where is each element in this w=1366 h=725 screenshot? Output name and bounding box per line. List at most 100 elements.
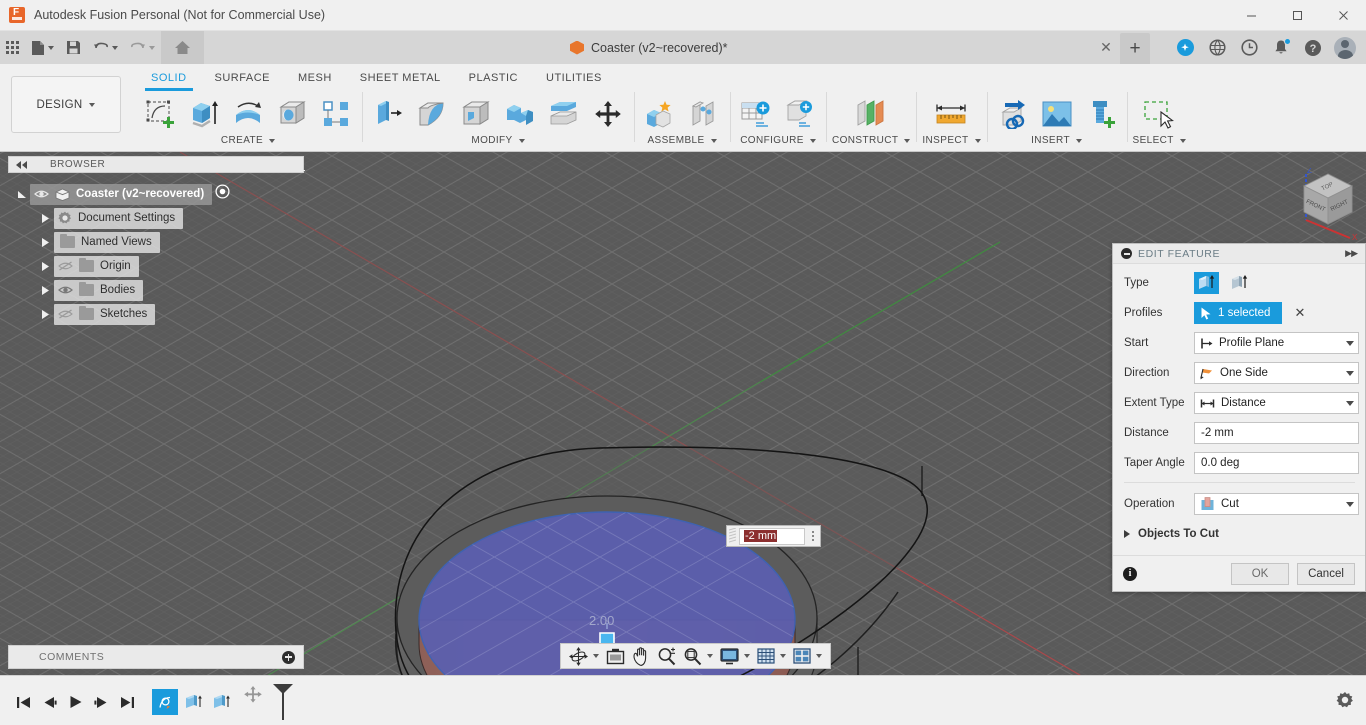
manipulator-options-icon[interactable] [808, 531, 818, 541]
create-sketch-icon[interactable] [140, 94, 180, 134]
extrude-icon[interactable] [184, 94, 224, 134]
manipulator-field[interactable]: -2 mm [739, 527, 805, 545]
ai-assist-icon[interactable] [1170, 31, 1200, 64]
timeline-extrude-feature-1[interactable] [180, 689, 206, 715]
start-dropdown[interactable]: Profile Plane [1194, 332, 1359, 354]
tree-item-named-views[interactable]: Named Views [8, 230, 308, 254]
expand-arrow-icon[interactable] [38, 237, 54, 247]
expand-arrow-icon[interactable] [14, 190, 30, 199]
pan-hand-icon[interactable] [629, 644, 653, 668]
press-pull-icon[interactable] [368, 94, 408, 134]
grid-snaps-icon[interactable] [754, 644, 789, 668]
cancel-button[interactable]: Cancel [1297, 562, 1355, 585]
extent-type-dropdown[interactable]: Distance [1194, 392, 1359, 414]
zoom-icon[interactable] [654, 644, 679, 668]
move-copy-icon[interactable] [588, 94, 628, 134]
new-tab-button[interactable]: + [1120, 33, 1150, 64]
clear-selection-icon[interactable]: ✕ [1294, 305, 1305, 321]
expand-arrow-icon[interactable] [38, 309, 54, 319]
globe-icon[interactable] [1202, 31, 1232, 64]
new-file-icon[interactable] [25, 31, 60, 64]
viewports-icon[interactable] [790, 644, 825, 668]
visibility-hidden-icon[interactable] [58, 308, 73, 320]
expand-arrow-icon[interactable] [38, 261, 54, 271]
ok-button[interactable]: OK [1231, 562, 1289, 585]
document-tab-close-icon[interactable]: ✕ [1094, 31, 1118, 64]
tree-item-bodies[interactable]: Bodies [8, 278, 308, 302]
undo-icon[interactable] [87, 31, 124, 64]
extrude-profile-icon[interactable] [1194, 272, 1219, 294]
view-cube[interactable]: Z X TOP FRONT RIGHT [1276, 166, 1366, 247]
configure-feature-icon[interactable] [780, 94, 820, 134]
split-face-icon[interactable] [544, 94, 584, 134]
step-back-button[interactable] [36, 688, 62, 716]
manipulator-distance-input[interactable]: -2 mm [726, 525, 821, 547]
go-to-end-button[interactable] [114, 688, 140, 716]
combine-icon[interactable] [500, 94, 540, 134]
tree-item-sketches[interactable]: Sketches [8, 302, 308, 326]
group-label-create[interactable]: CREATE [221, 135, 276, 146]
orbit-icon[interactable] [566, 644, 602, 668]
dialog-collapse-icon[interactable] [1121, 248, 1132, 259]
apps-grid-icon[interactable] [0, 31, 25, 64]
settings-gear-icon[interactable] [1336, 691, 1354, 709]
drag-grip-icon[interactable] [729, 528, 736, 544]
insert-mcmaster-icon[interactable] [1081, 94, 1121, 134]
timeline-move-marker[interactable] [242, 685, 266, 719]
visibility-eye-icon[interactable] [58, 284, 73, 296]
home-icon[interactable] [161, 31, 204, 64]
tab-plastic[interactable]: PLASTIC [455, 68, 532, 91]
user-avatar[interactable] [1330, 31, 1360, 64]
group-label-assemble[interactable]: ASSEMBLE [647, 135, 717, 146]
notifications-bell-icon[interactable] [1266, 31, 1296, 64]
revolve-icon[interactable] [228, 94, 268, 134]
play-button[interactable] [62, 688, 88, 716]
close-button[interactable] [1320, 0, 1366, 31]
save-icon[interactable] [60, 31, 87, 64]
redo-icon[interactable] [124, 31, 161, 64]
taper-angle-input[interactable]: 0.0 deg [1194, 452, 1359, 474]
group-label-configure[interactable]: CONFIGURE [740, 135, 816, 146]
timeline-playhead[interactable] [270, 682, 296, 722]
comments-panel[interactable]: COMMENTS [8, 645, 304, 669]
group-label-construct[interactable]: CONSTRUCT [832, 135, 911, 146]
go-to-beginning-button[interactable] [10, 688, 36, 716]
component-activate-icon[interactable] [215, 184, 230, 204]
shell-icon[interactable] [456, 94, 496, 134]
expand-arrow-icon[interactable] [38, 285, 54, 295]
profiles-select-button[interactable]: 1 selected [1194, 302, 1283, 324]
extrude-surface-icon[interactable] [1227, 272, 1252, 294]
group-label-inspect[interactable]: INSPECT [922, 135, 981, 146]
joint-icon[interactable] [684, 94, 724, 134]
look-at-icon[interactable] [603, 644, 628, 668]
fillet-icon[interactable] [412, 94, 452, 134]
pattern-icon[interactable] [316, 94, 356, 134]
measure-icon[interactable] [931, 94, 971, 134]
tree-item-document-settings[interactable]: Document Settings [8, 206, 308, 230]
tab-sheet-metal[interactable]: SHEET METAL [346, 68, 455, 91]
new-component-icon[interactable] [640, 94, 680, 134]
add-comment-button[interactable] [282, 650, 295, 664]
tree-item-origin[interactable]: Origin [8, 254, 308, 278]
info-icon[interactable]: i [1123, 566, 1137, 581]
objects-to-cut-section[interactable]: Objects To Cut [1124, 523, 1359, 545]
tree-item-coaster[interactable]: Coaster (v2~recovered) [8, 182, 308, 206]
group-label-select[interactable]: SELECT [1133, 135, 1186, 146]
insert-derive-icon[interactable] [993, 94, 1033, 134]
browser-collapse-left-icon[interactable] [16, 160, 28, 169]
dialog-expand-icon[interactable]: ▶▶ [1345, 248, 1358, 259]
timeline-extrude-feature-2[interactable] [208, 689, 234, 715]
insert-canvas-icon[interactable] [1037, 94, 1077, 134]
edit-feature-dialog[interactable]: EDIT FEATURE ▶▶ Type Profiles 1 selected… [1112, 243, 1366, 592]
workspace-switcher[interactable]: DESIGN [11, 76, 121, 133]
visibility-hidden-icon[interactable] [58, 260, 73, 272]
direction-dropdown[interactable]: One Side [1194, 362, 1359, 384]
display-settings-icon[interactable] [717, 644, 753, 668]
group-label-insert[interactable]: INSERT [1031, 135, 1082, 146]
tab-mesh[interactable]: MESH [284, 68, 346, 91]
maximize-button[interactable] [1274, 0, 1320, 31]
visibility-eye-icon[interactable] [34, 188, 49, 200]
timeline-sketch-feature[interactable] [152, 689, 178, 715]
document-tab[interactable]: Coaster (v2~recovered)* [558, 31, 740, 64]
group-label-modify[interactable]: MODIFY [471, 135, 525, 146]
